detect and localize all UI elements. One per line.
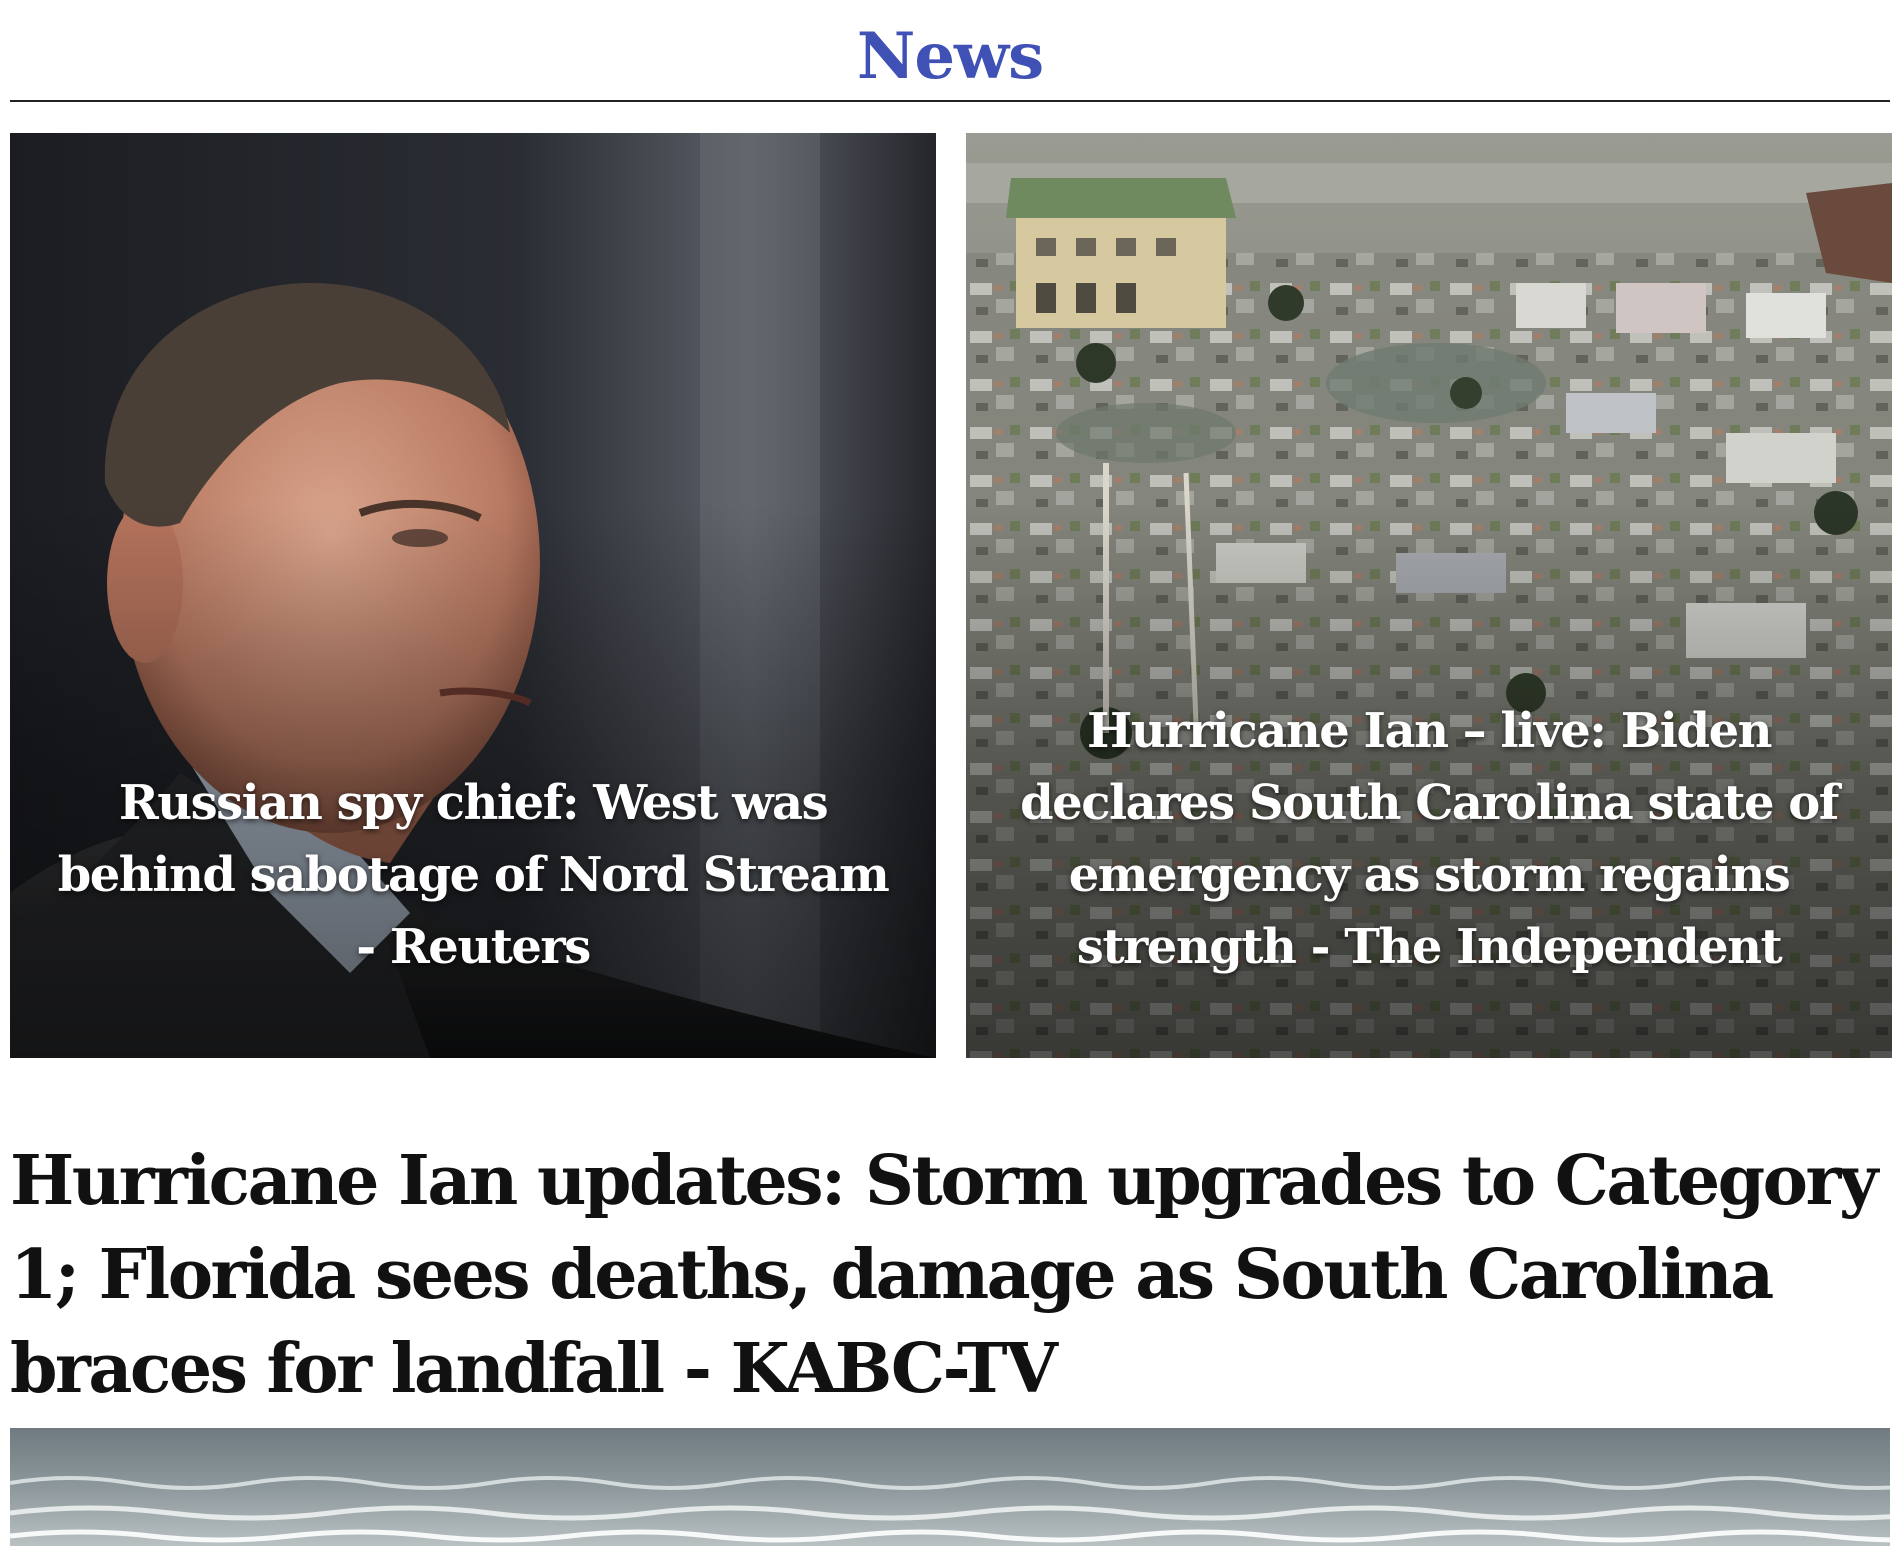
card-headline[interactable]: Russian spy chief: West was behind sabot…	[50, 767, 896, 983]
feature-story[interactable]: Hurricane Ian updates: Storm upgrades to…	[10, 1122, 1890, 1546]
ocean-waves-photo	[10, 1428, 1890, 1546]
feature-headline[interactable]: Hurricane Ian updates: Storm upgrades to…	[10, 1122, 1890, 1440]
news-card-hurricane-ian-live[interactable]: Hurricane Ian – live: Biden declares Sou…	[966, 133, 1892, 1058]
news-card-nord-stream[interactable]: Russian spy chief: West was behind sabot…	[10, 133, 936, 1058]
site-header: News	[10, 0, 1890, 102]
card-headline[interactable]: Hurricane Ian – live: Biden declares Sou…	[1006, 695, 1852, 983]
page-title: News	[856, 19, 1044, 94]
